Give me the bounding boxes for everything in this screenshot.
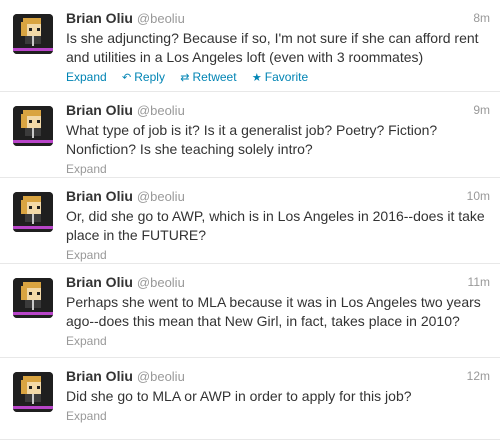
pixel-avatar-image [13, 14, 53, 54]
tweet[interactable]: Brian Oliu @beoliu 9m What type of job is… [0, 92, 500, 178]
expand-link[interactable]: Expand [66, 408, 107, 424]
tweet-timestamp[interactable]: 10m [467, 186, 490, 206]
expand-link[interactable]: Expand [66, 333, 107, 349]
tweet-author-handle[interactable]: @beoliu [137, 189, 185, 204]
expand-link[interactable]: Expand [66, 247, 107, 263]
tweet[interactable]: Brian Oliu @beoliu 10m Or, did she go to … [0, 178, 500, 264]
tweet-actions: Expand [66, 161, 490, 177]
pixel-avatar-image [13, 278, 53, 318]
favorite-label: Favorite [264, 70, 309, 84]
reply-label: Reply [134, 70, 165, 84]
tweet-author-name[interactable]: Brian Oliu [66, 102, 133, 118]
retweet-label: Retweet [192, 70, 237, 84]
retweet-icon: ⇄ [180, 72, 190, 84]
tweet-actions: Expand [66, 333, 490, 349]
reply-button[interactable]: ↶ Reply [122, 69, 165, 86]
tweet-timestamp[interactable]: 12m [467, 366, 490, 386]
tweet-author-name[interactable]: Brian Oliu [66, 368, 133, 384]
tweet-author-handle[interactable]: @beoliu [137, 275, 185, 290]
tweet-author-name[interactable]: Brian Oliu [66, 274, 133, 290]
retweet-button[interactable]: ⇄ Retweet [180, 69, 236, 86]
avatar[interactable] [13, 192, 53, 232]
tweet-text: Did she go to MLA or AWP in order to app… [66, 388, 412, 404]
tweet-timestamp[interactable]: 9m [473, 100, 490, 120]
tweet-actions: Expand ↶ Reply ⇄ Retweet ★ Favorite [66, 69, 490, 86]
avatar[interactable] [13, 14, 53, 54]
star-icon: ★ [251, 72, 262, 84]
tweet[interactable]: Brian Oliu @beoliu 12m Did she go to MLA … [0, 358, 500, 440]
expand-link[interactable]: Expand [66, 161, 107, 177]
tweet[interactable]: Brian Oliu @beoliu 8m Is she adjuncting? … [0, 0, 500, 92]
tweet-timestamp[interactable]: 8m [473, 8, 490, 28]
tweet-text: What type of job is it? Is it a generali… [66, 122, 438, 157]
avatar[interactable] [13, 278, 53, 318]
pixel-avatar-image [13, 372, 53, 412]
tweet-author-name[interactable]: Brian Oliu [66, 10, 133, 26]
tweet-timeline: Brian Oliu @beoliu 8m Is she adjuncting? … [0, 0, 500, 440]
tweet-text: Or, did she go to AWP, which is in Los A… [66, 208, 485, 243]
favorite-button[interactable]: ★ Favorite [252, 69, 308, 86]
tweet-author-handle[interactable]: @beoliu [137, 103, 185, 118]
tweet-actions: Expand [66, 247, 490, 263]
pixel-avatar-image [13, 192, 53, 232]
tweet-text: Perhaps she went to MLA because it was i… [66, 294, 481, 329]
tweet-author-name[interactable]: Brian Oliu [66, 188, 133, 204]
tweet-actions: Expand [66, 408, 490, 424]
avatar[interactable] [13, 106, 53, 146]
expand-link[interactable]: Expand [66, 69, 107, 85]
tweet-author-handle[interactable]: @beoliu [137, 369, 185, 384]
reply-arrow-icon: ↶ [122, 72, 132, 84]
avatar[interactable] [13, 372, 53, 412]
tweet-timestamp[interactable]: 11m [468, 272, 490, 292]
tweet[interactable]: Brian Oliu @beoliu 11m Perhaps she went t… [0, 264, 500, 358]
pixel-avatar-image [13, 106, 53, 146]
tweet-author-handle[interactable]: @beoliu [137, 11, 185, 26]
tweet-text: Is she adjuncting? Because if so, I'm no… [66, 30, 479, 65]
